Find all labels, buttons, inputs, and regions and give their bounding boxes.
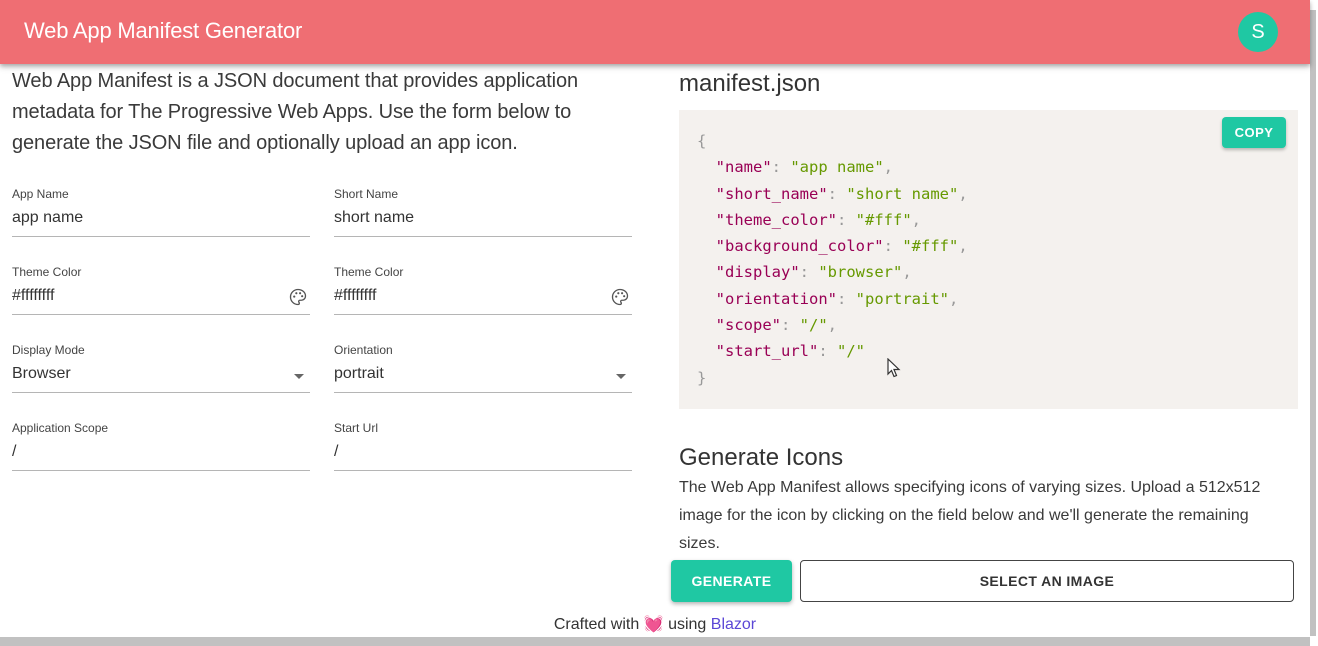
manifest-value: "#fff" [902,237,959,256]
manifest-value: "short name" [846,184,959,203]
palette-icon[interactable] [610,287,630,307]
vertical-scrollbar-thumb[interactable] [1310,10,1316,636]
orientation-value[interactable]: portrait [334,365,594,383]
orientation-label: Orientation [334,343,393,357]
chevron-down-icon[interactable] [294,374,304,379]
intro-text: Web App Manifest is a JSON document that… [12,70,579,154]
start-url-input[interactable] [334,443,594,461]
manifest-value: "/" [837,342,865,361]
start-url-label: Start Url [334,421,379,435]
theme-color-label: Theme Color [12,265,82,279]
manifest-line: "name": "app name", [715,158,894,177]
manifest-line: "short_name": "short name", [715,184,968,203]
heart-icon: 💓 [643,616,664,633]
short-name-label: Short Name [334,187,399,201]
generate-icons-description: The Web App Manifest allows specifying i… [679,479,1261,552]
chevron-down-icon[interactable] [616,374,626,379]
display-mode-select[interactable]: Display Mode Browser [12,343,310,393]
scope-label: Application Scope [12,421,109,435]
start-url-field[interactable]: Start Url [334,421,632,471]
horizontal-scrollbar[interactable] [0,637,1310,646]
manifest-line: "orientation": "portrait", [715,289,959,308]
manifest-key: "orientation" [715,289,837,308]
manifest-key: "short_name" [715,184,828,203]
manifest-key: "display" [715,263,800,282]
theme-color-field[interactable]: Theme Color [12,265,310,315]
footer: Crafted with 💓 using Blazor [0,614,1310,634]
mouse-cursor-icon [887,358,901,378]
manifest-code: { "name": "app name", "short_name": "sho… [697,128,968,391]
manifest-value: "#fff" [855,210,912,229]
display-mode-value[interactable]: Browser [12,365,272,383]
manifest-line: "display": "browser", [715,263,912,282]
background-color-label: Theme Color [334,265,404,279]
background-color-input[interactable] [334,287,594,305]
app-name-label: App Name [12,187,69,201]
manifest-key: "name" [715,158,772,177]
copy-button[interactable]: COPY [1222,117,1286,148]
manifest-line: "scope": "/", [715,316,838,335]
manifest-key: "theme_color" [715,210,837,229]
manifest-key: "start_url" [715,342,819,361]
manifest-line: "background_color": "#fff", [715,237,968,256]
palette-icon[interactable] [288,287,308,307]
display-mode-label: Display Mode [12,343,85,357]
manifest-code-block: { "name": "app name", "short_name": "sho… [679,110,1298,409]
theme-color-input[interactable] [12,287,272,305]
app-name-input[interactable] [12,209,272,227]
short-name-input[interactable] [334,209,594,227]
select-image-button[interactable]: SELECT AN IMAGE [800,560,1294,602]
footer-prefix: Crafted with [553,616,640,633]
app-title: Web App Manifest Generator [24,18,303,43]
avatar[interactable]: S [1238,12,1278,52]
generate-button[interactable]: GENERATE [671,560,792,602]
blazor-link[interactable]: Blazor [711,616,756,633]
manifest-value: "browser" [818,263,903,282]
manifest-value: "app name" [790,158,884,177]
scope-field[interactable]: Application Scope [12,421,310,471]
close-brace: } [697,368,707,387]
manifest-key: "scope" [715,316,781,335]
background-color-field[interactable]: Theme Color [334,265,632,315]
vertical-scrollbar[interactable] [1310,0,1318,646]
manifest-value: "portrait" [855,289,949,308]
app-bar: Web App Manifest Generator S [0,0,1310,64]
open-brace: { [697,132,707,150]
generate-icons-title: Generate Icons [679,444,844,471]
orientation-select[interactable]: Orientation portrait [334,343,632,393]
scope-input[interactable] [12,443,272,461]
short-name-field[interactable]: Short Name [334,187,632,237]
app-name-field[interactable]: App Name [12,187,310,237]
manifest-value: "/" [799,316,828,335]
footer-middle: using [668,616,707,633]
manifest-line: "start_url": "/" [715,342,865,361]
manifest-line: "theme_color": "#fff", [715,210,922,229]
manifest-key: "background_color" [715,237,884,256]
manifest-title: manifest.json [679,70,821,97]
